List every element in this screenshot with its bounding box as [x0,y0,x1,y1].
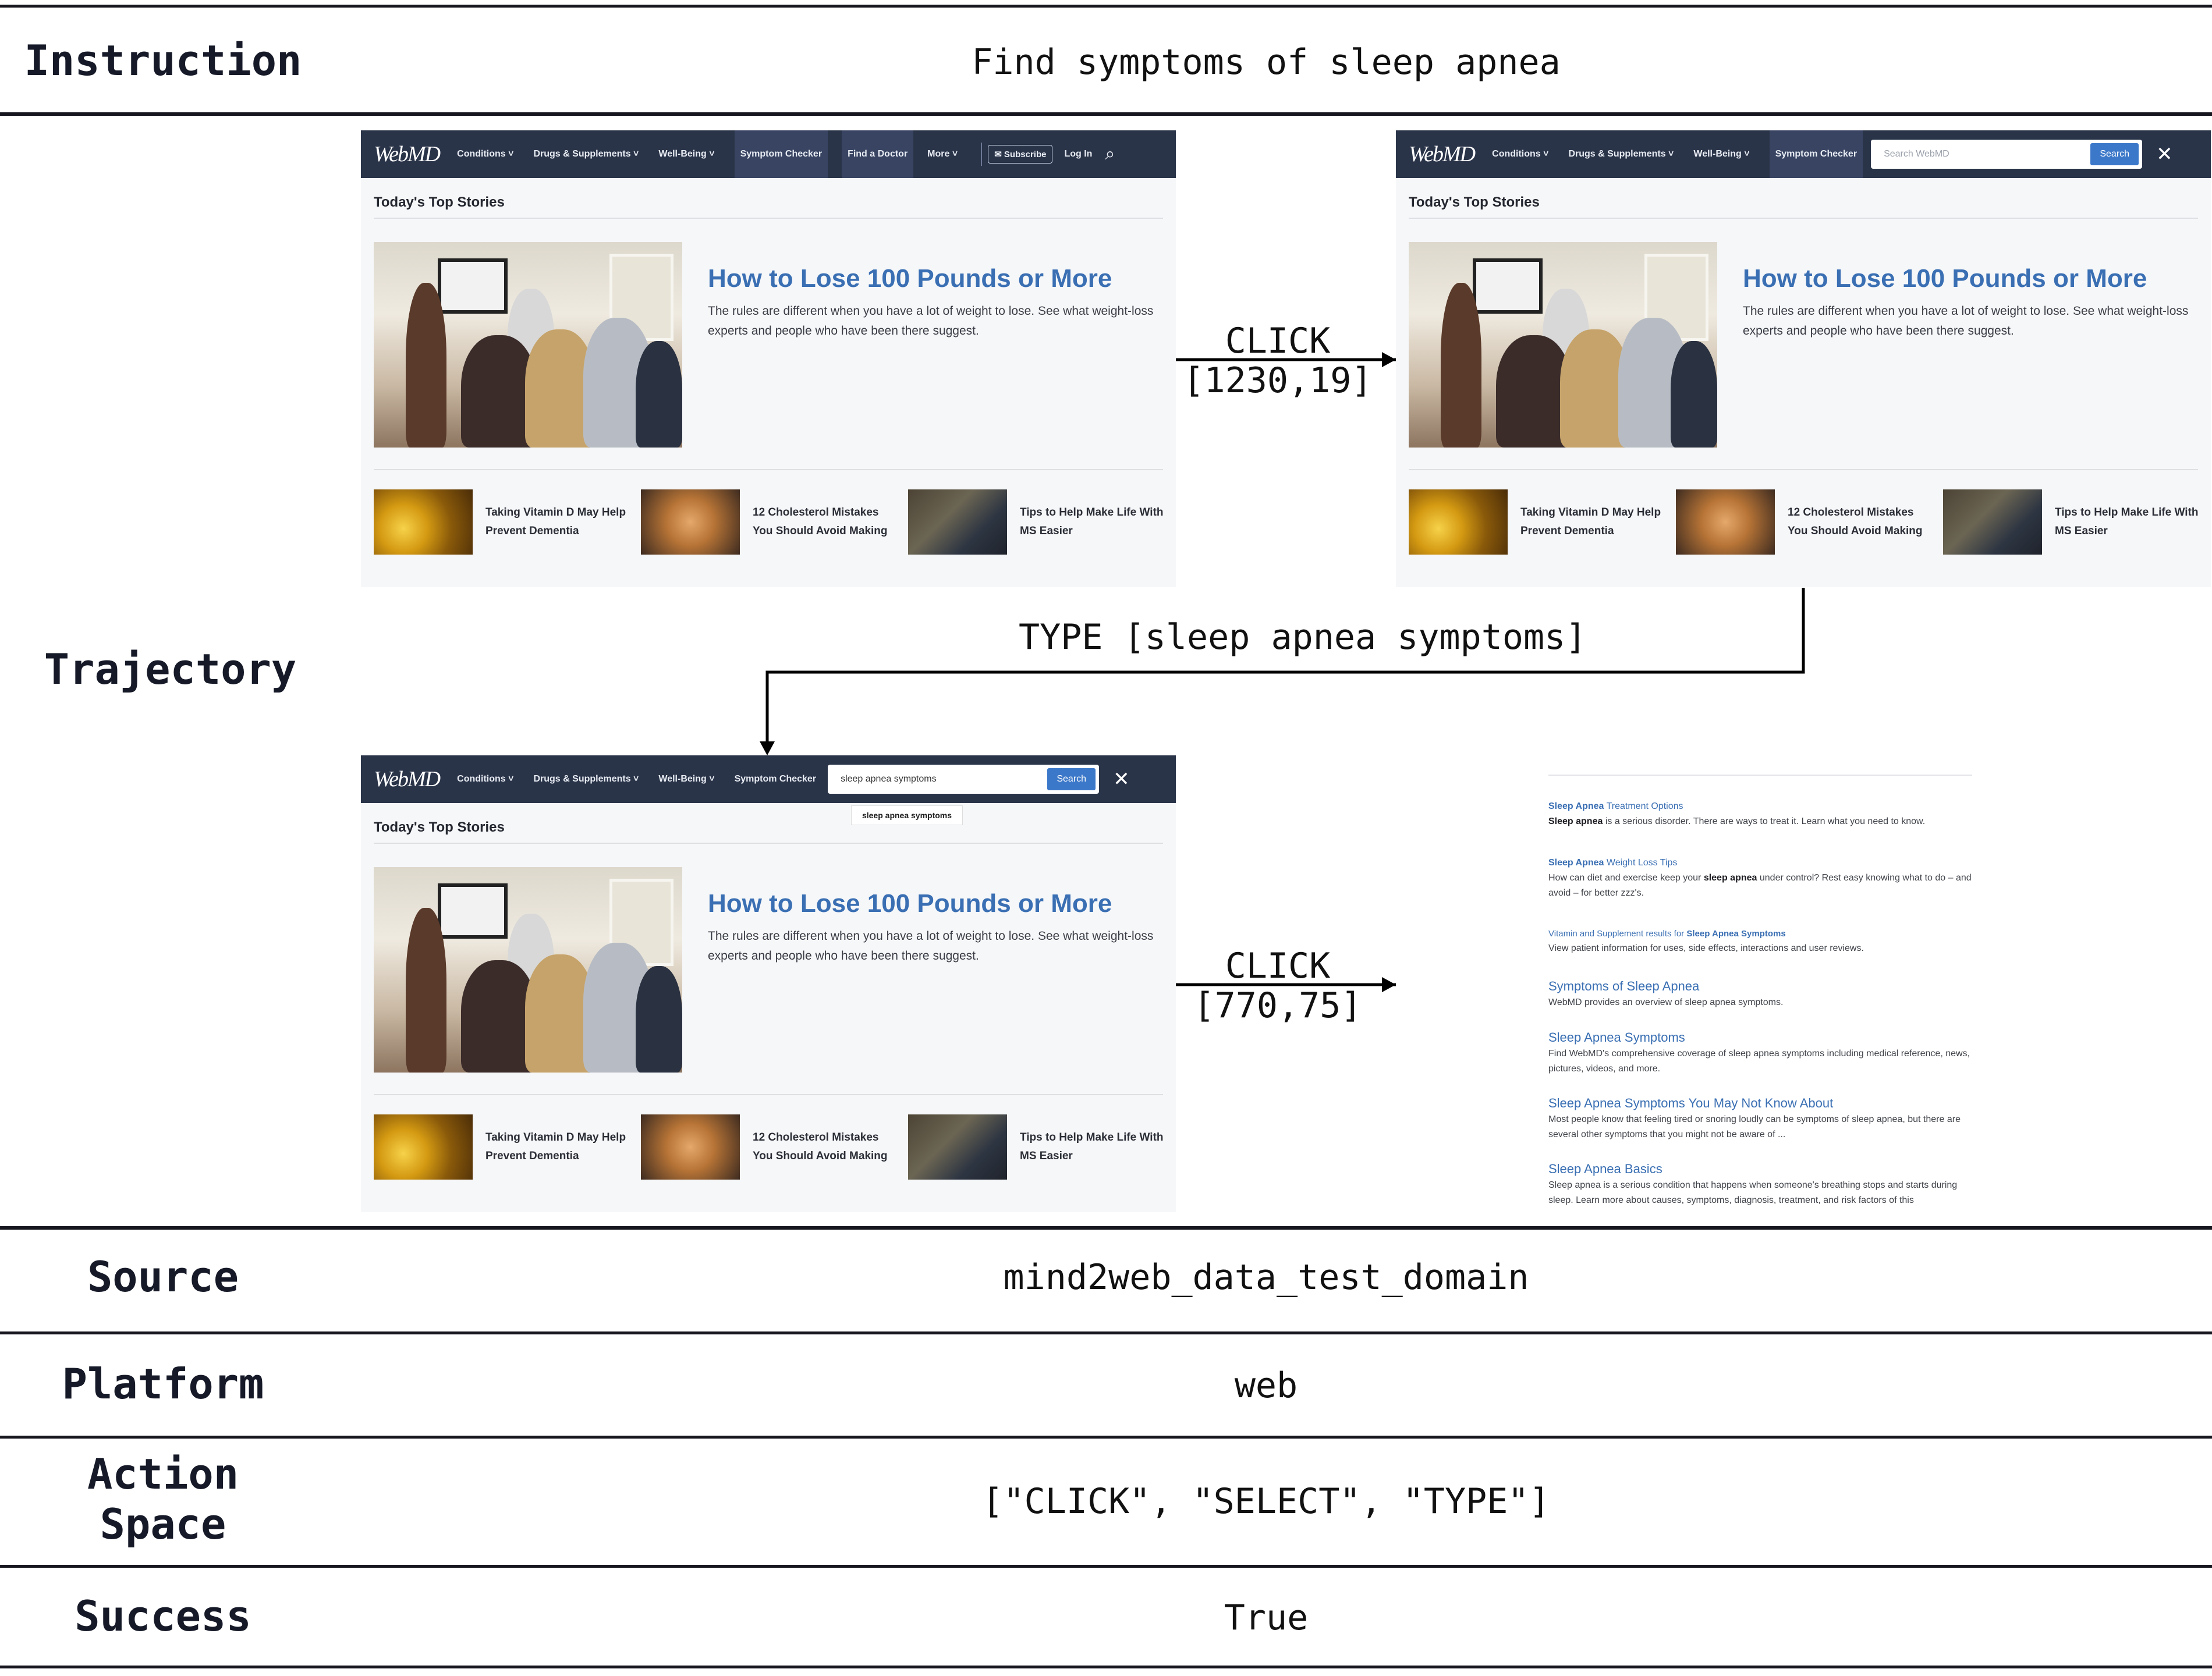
action-space-label-line-1: Action [87,1450,239,1499]
action-space-label-line-2: Space [100,1500,226,1549]
success-label: Success [75,1592,251,1641]
action-label-click-1: CLICK [1230,19] [1176,321,1380,400]
action-label-type: TYPE [sleep apnea symptoms] [1019,617,1587,658]
arrowhead-click-1 [1382,352,1396,367]
action-space-value: ["CLICK", "SELECT", "TYPE"] [982,1481,1550,1522]
action-coords: [1230,19] [1183,360,1373,401]
source-label: Source [87,1252,239,1301]
arrowhead-type [760,741,775,755]
arrow-type [765,588,1805,752]
action-type: CLICK [1225,946,1331,986]
action-type: CLICK [1225,321,1331,361]
action-coords: [770,75] [1193,985,1362,1026]
action-arrows [760,352,1805,992]
platform-label: Platform [62,1359,264,1408]
platform-value: web [1234,1365,1298,1406]
action-space-label: Action Space [0,1449,326,1549]
arrowhead-click-2 [1382,977,1396,992]
success-value: True [1224,1597,1309,1638]
action-label-click-2: CLICK [770,75] [1176,946,1380,1025]
source-value: mind2web_data_test_domain [1003,1257,1529,1298]
